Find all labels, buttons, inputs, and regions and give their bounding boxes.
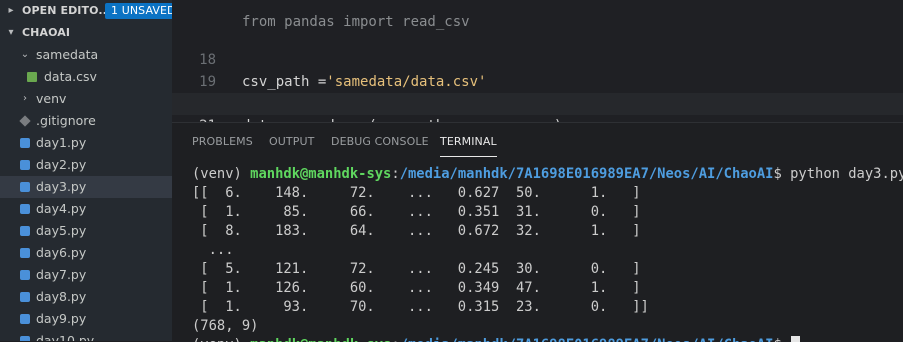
file-label: day9.py: [36, 311, 87, 326]
project-header[interactable]: ▾ CHAOAI: [0, 22, 172, 44]
python-file-icon: [20, 336, 30, 341]
python-file-icon: [20, 270, 30, 280]
folder-venv[interactable]: › venv: [0, 88, 172, 110]
tab-output[interactable]: OUTPUT: [269, 135, 314, 148]
code-editor[interactable]: from pandas import read_csv 18 csv_path …: [172, 0, 903, 122]
file-label: day5.py: [36, 223, 87, 238]
file-label: .gitignore: [36, 113, 96, 128]
file-label: day2.py: [36, 157, 87, 172]
prompt-path: /media/manhdk/7A1698E016989EA7/Neos/AI/C…: [399, 166, 774, 182]
file-label: day4.py: [36, 201, 87, 216]
terminal-output-line: [ 1. 93. 70. ... 0.315 23. 0. ]]: [192, 299, 649, 315]
unsaved-badge: 1 UNSAVED: [105, 3, 172, 19]
active-tab-indicator: [440, 156, 497, 157]
command-text: python day3.py: [790, 166, 903, 182]
code-line-22[interactable]: 22: [172, 115, 903, 122]
tab-terminal-label: TERMINAL: [440, 135, 497, 148]
chevron-down-icon: ⌄: [20, 49, 30, 60]
csv-file-icon: [27, 72, 37, 82]
python-file-icon: [20, 138, 30, 148]
python-file-icon: [20, 248, 30, 258]
file-label: day7.py: [36, 267, 87, 282]
terminal-output-line: [ 8. 183. 64. ... 0.672 32. 1. ]: [192, 223, 641, 239]
python-file-icon: [20, 204, 30, 214]
file-day3[interactable]: day3.py: [0, 176, 172, 198]
project-label: CHAOAI: [22, 26, 71, 39]
chevron-right-icon: ›: [23, 93, 27, 104]
tab-debug-console[interactable]: DEBUG CONSOLE: [331, 135, 429, 148]
prompt-user: manhdk@manhdk-sys: [250, 166, 392, 182]
folder-samedata[interactable]: ⌄ samedata: [0, 44, 172, 66]
file-day10[interactable]: day10.py: [0, 330, 172, 341]
terminal-output-line: [ 1. 85. 66. ... 0.351 31. 0. ]: [192, 204, 641, 220]
file-day1[interactable]: day1.py: [0, 132, 172, 154]
terminal-output-line: [ 1. 126. 60. ... 0.349 47. 1. ]: [192, 280, 641, 296]
python-file-icon: [20, 226, 30, 236]
code-line-partial: from pandas import read_csv: [172, 0, 903, 30]
terminal-output-line: [ 5. 121. 72. ... 0.245 30. 0. ]: [192, 261, 641, 277]
file-label: day1.py: [36, 135, 87, 150]
open-editors-label: OPEN EDITO...: [22, 4, 112, 17]
file-day5[interactable]: day5.py: [0, 220, 172, 242]
terminal-cursor: [791, 336, 801, 342]
file-label: day6.py: [36, 245, 87, 260]
explorer-sidebar: ▸ OPEN EDITO... 1 UNSAVED ▾ CHAOAI ⌄ sam…: [0, 0, 172, 341]
python-file-icon: [20, 160, 30, 170]
open-editors-header[interactable]: ▸ OPEN EDITO... 1 UNSAVED: [0, 0, 172, 22]
chevron-down-icon: ▾: [8, 27, 14, 38]
terminal-output-line: ...: [192, 242, 234, 258]
file-label: data.csv: [44, 69, 97, 84]
folder-label: samedata: [36, 47, 99, 62]
file-day9[interactable]: day9.py: [0, 308, 172, 330]
prompt-path: /media/manhdk/7A1698E016989EA7/Neos/AI/C…: [400, 337, 774, 342]
folder-label: venv: [36, 91, 67, 106]
code-line-18[interactable]: 18 csv_path ='samedata/data.csv': [172, 27, 903, 90]
python-file-icon: [20, 314, 30, 324]
code-line-19[interactable]: 19 names = ['preg','plas','pres','skin',…: [172, 49, 903, 112]
file-label: day10.py: [36, 333, 95, 341]
terminal-prompt-line: (venv) manhdk@manhdk-sys:/media/manhdk/7…: [192, 336, 801, 342]
bottom-panel: PROBLEMS OUTPUT DEBUG CONSOLE TERMINAL (…: [172, 122, 903, 342]
prompt-user: manhdk@manhdk-sys: [250, 337, 391, 342]
terminal-command-line: (venv) manhdk@manhdk-sys:/media/manhdk/7…: [192, 165, 903, 184]
code-line-20[interactable]: 20 data = read_csv(csv_path, names=names…: [172, 71, 903, 122]
tab-problems[interactable]: PROBLEMS: [192, 135, 253, 148]
venv-label: (venv): [192, 166, 242, 182]
git-icon: [19, 115, 31, 127]
file-label: day8.py: [36, 289, 87, 304]
python-file-icon: [20, 182, 30, 192]
chevron-right-icon: ▸: [8, 5, 14, 16]
python-file-icon: [20, 292, 30, 302]
file-day7[interactable]: day7.py: [0, 264, 172, 286]
tab-terminal[interactable]: TERMINAL: [440, 135, 497, 157]
code-line-21[interactable]: 21 print(data.shape): [172, 93, 903, 122]
file-label: day3.py: [36, 179, 87, 194]
file-day4[interactable]: day4.py: [0, 198, 172, 220]
file-data-csv[interactable]: data.csv: [0, 66, 172, 88]
file-day6[interactable]: day6.py: [0, 242, 172, 264]
file-day8[interactable]: day8.py: [0, 286, 172, 308]
venv-label: (venv): [192, 337, 242, 342]
file-gitignore[interactable]: .gitignore: [0, 110, 172, 132]
file-day2[interactable]: day2.py: [0, 154, 172, 176]
terminal-output-line: [[ 6. 148. 72. ... 0.627 50. 1. ]: [192, 185, 641, 201]
terminal-output-line: (768, 9): [192, 318, 259, 334]
